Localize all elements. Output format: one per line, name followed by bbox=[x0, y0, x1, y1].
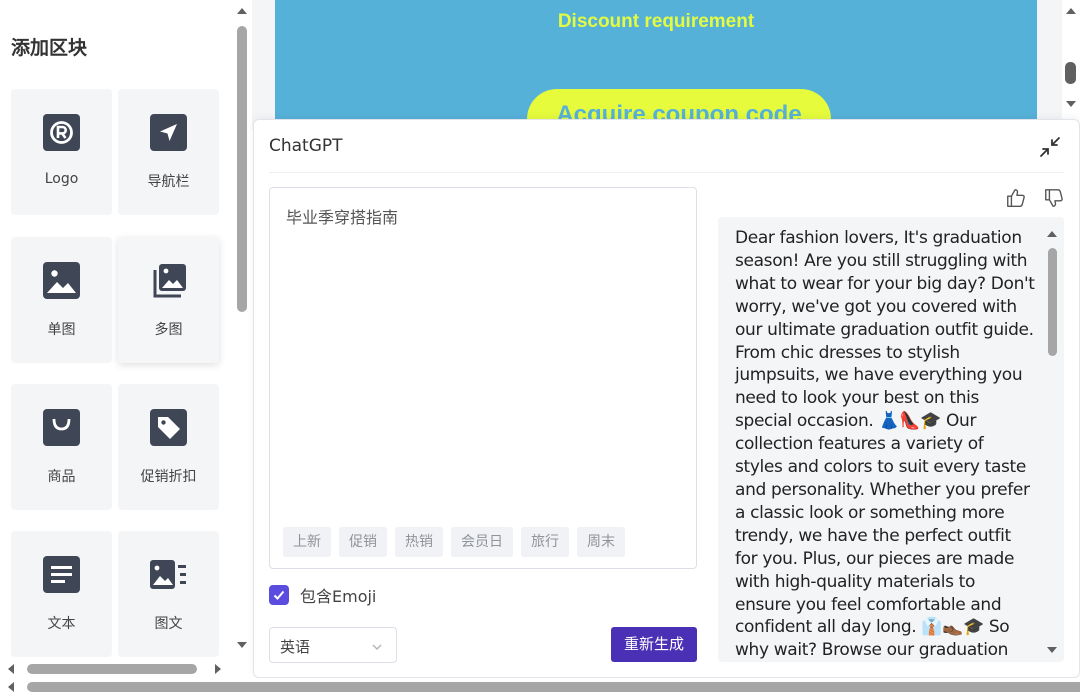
include-emoji-option[interactable]: 包含Emoji bbox=[269, 583, 376, 607]
thumbs-up-icon[interactable] bbox=[1005, 187, 1027, 209]
scrollbar-thumb[interactable] bbox=[1065, 62, 1076, 84]
image-icon bbox=[43, 262, 80, 299]
keyword-tags: 上新 促销 热销 会员日 旅行 周末 bbox=[283, 527, 625, 557]
block-product[interactable]: 商品 bbox=[11, 384, 112, 510]
divider bbox=[269, 172, 1064, 173]
block-label: 促销折扣 bbox=[140, 469, 197, 485]
tag-item[interactable]: 上新 bbox=[283, 527, 331, 557]
language-value: 英语 bbox=[280, 638, 311, 656]
panel-title: 添加区块 bbox=[11, 37, 88, 59]
checkmark-icon bbox=[273, 590, 285, 600]
chatgpt-panel: ChatGPT 毕业季穿搭指南 上新 促销 热销 会员日 旅行 周末 包含Emo… bbox=[253, 119, 1080, 678]
block-navbar[interactable]: 导航栏 bbox=[118, 89, 219, 215]
block-label: 商品 bbox=[47, 469, 76, 485]
scrollbar-thumb[interactable] bbox=[1048, 248, 1057, 356]
tag-item[interactable]: 热销 bbox=[395, 527, 443, 557]
language-select[interactable]: 英语 bbox=[269, 627, 397, 663]
scroll-left-arrow-icon[interactable] bbox=[8, 664, 14, 674]
scrollbar-thumb[interactable] bbox=[27, 664, 197, 674]
tag-item[interactable]: 促销 bbox=[339, 527, 387, 557]
block-label: 多图 bbox=[154, 322, 183, 338]
block-promotion[interactable]: 促销折扣 bbox=[118, 384, 219, 510]
registered-icon bbox=[43, 114, 80, 151]
price-tag-icon bbox=[150, 409, 187, 446]
scrollbar-thumb[interactable] bbox=[27, 682, 1080, 692]
tag-item[interactable]: 会员日 bbox=[451, 527, 513, 557]
prompt-input[interactable]: 毕业季穿搭指南 上新 促销 热销 会员日 旅行 周末 bbox=[269, 187, 697, 569]
scroll-down-arrow-icon[interactable] bbox=[1066, 101, 1076, 107]
chevron-down-icon bbox=[372, 638, 382, 657]
prompt-text[interactable]: 毕业季穿搭指南 bbox=[286, 204, 398, 228]
scroll-right-arrow-icon[interactable] bbox=[215, 664, 221, 674]
discount-requirement-text: Discount requirement bbox=[557, 11, 755, 32]
panel-title: ChatGPT bbox=[269, 136, 343, 156]
scroll-down-arrow-icon[interactable] bbox=[1047, 647, 1057, 653]
result-text: Dear fashion lovers, It's graduation sea… bbox=[735, 228, 1035, 661]
emoji-label: 包含Emoji bbox=[300, 587, 377, 606]
block-logo[interactable]: Logo bbox=[11, 89, 112, 215]
tag-item[interactable]: 旅行 bbox=[521, 527, 569, 557]
block-label: Logo bbox=[44, 171, 79, 187]
block-panel: 添加区块 Logo 导航栏 单图 多图 商品 促销折扣 文本 图文 bbox=[0, 0, 232, 660]
tag-item[interactable]: 周末 bbox=[577, 527, 625, 557]
scroll-up-arrow-icon[interactable] bbox=[1066, 8, 1076, 14]
block-label: 图文 bbox=[154, 616, 183, 632]
left-panel-vertical-scrollbar[interactable] bbox=[232, 0, 252, 660]
left-panel-horizontal-scrollbar[interactable] bbox=[0, 660, 232, 678]
text-icon bbox=[43, 556, 80, 593]
block-image-text[interactable]: 图文 bbox=[118, 531, 219, 657]
thumbs-down-icon[interactable] bbox=[1043, 187, 1065, 209]
block-label: 文本 bbox=[47, 616, 76, 632]
collapse-icon[interactable] bbox=[1038, 135, 1062, 159]
scrollbar-thumb[interactable] bbox=[237, 26, 247, 312]
result-vertical-scrollbar[interactable] bbox=[1044, 224, 1060, 658]
navigation-arrow-icon bbox=[150, 114, 187, 151]
regenerate-button[interactable]: 重新生成 bbox=[611, 627, 697, 662]
block-text[interactable]: 文本 bbox=[11, 531, 112, 657]
block-label: 单图 bbox=[47, 322, 76, 338]
generated-result: Dear fashion lovers, It's graduation sea… bbox=[718, 217, 1064, 662]
multi-image-icon bbox=[150, 262, 187, 299]
page-horizontal-scrollbar[interactable] bbox=[0, 678, 1080, 696]
block-label: 导航栏 bbox=[147, 174, 190, 190]
promo-banner: Discount requirement Acquire coupon code bbox=[275, 0, 1037, 130]
block-multi-image[interactable]: 多图 bbox=[118, 237, 219, 363]
email-preview: Discount requirement Acquire coupon code bbox=[252, 0, 1062, 130]
shopping-bag-icon bbox=[43, 409, 80, 446]
scroll-up-arrow-icon[interactable] bbox=[237, 8, 247, 14]
scroll-down-arrow-icon[interactable] bbox=[237, 642, 247, 648]
scroll-left-arrow-icon[interactable] bbox=[8, 682, 14, 692]
scroll-up-arrow-icon[interactable] bbox=[1047, 231, 1057, 237]
emoji-checkbox[interactable] bbox=[269, 585, 289, 605]
block-single-image[interactable]: 单图 bbox=[11, 237, 112, 363]
preview-vertical-scrollbar[interactable] bbox=[1062, 0, 1080, 118]
image-text-icon bbox=[150, 556, 187, 593]
